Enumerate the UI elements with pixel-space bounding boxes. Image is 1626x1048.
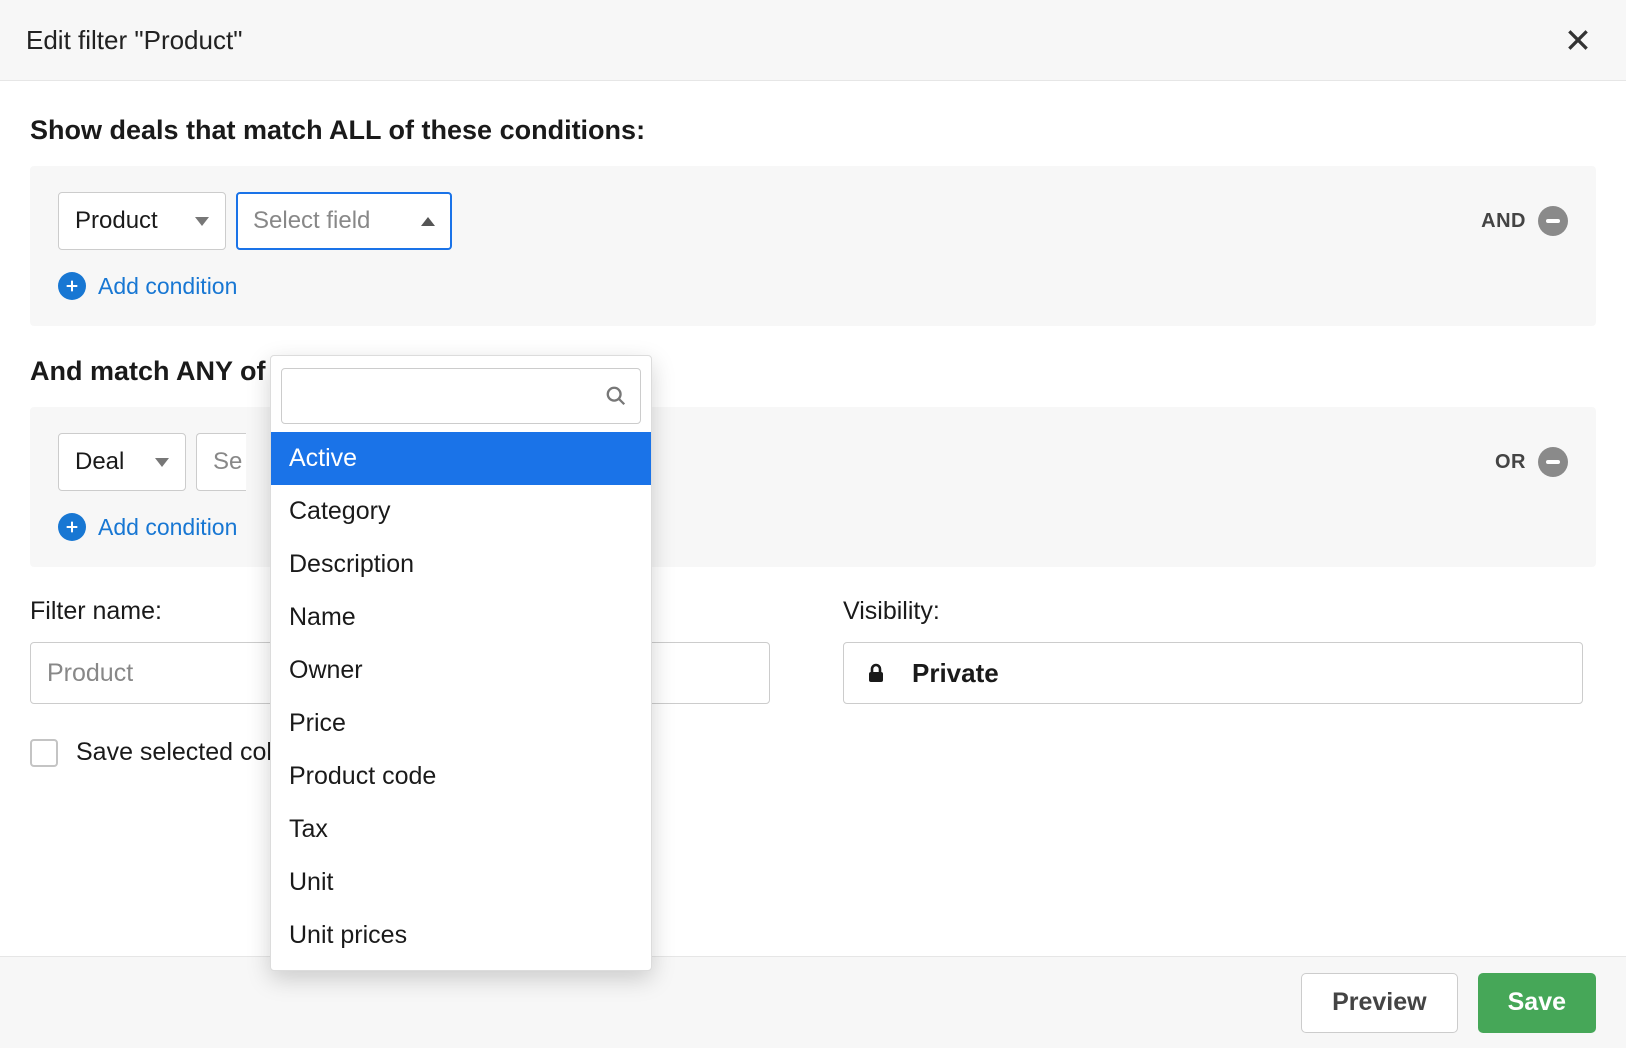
dropdown-option-product-code[interactable]: Product code <box>271 750 651 803</box>
save-columns-checkbox[interactable] <box>30 739 58 767</box>
dropdown-option-tax[interactable]: Tax <box>271 803 651 856</box>
remove-condition-button[interactable] <box>1538 206 1568 236</box>
visibility-label: Visibility: <box>843 597 1596 626</box>
dialog-header: Edit filter "Product" <box>0 0 1626 81</box>
search-icon <box>605 385 627 407</box>
field-dropdown-panel: Active Category Description Name Owner P… <box>270 355 652 971</box>
dropdown-option-active[interactable]: Active <box>271 432 651 485</box>
dropdown-option-owner[interactable]: Owner <box>271 644 651 697</box>
dropdown-list: Active Category Description Name Owner P… <box>271 432 651 970</box>
all-conditions-heading: Show deals that match ALL of these condi… <box>30 115 1596 146</box>
any-conditions-block: Deal Se OR Add condition <box>30 407 1596 567</box>
condition-operator-group: OR <box>1495 447 1568 477</box>
operator-label: OR <box>1495 451 1526 474</box>
remove-condition-button[interactable] <box>1538 447 1568 477</box>
dialog-footer: Preview Save <box>0 956 1626 1048</box>
dialog-content: Show deals that match ALL of these condi… <box>0 81 1626 956</box>
preview-button[interactable]: Preview <box>1301 973 1458 1033</box>
all-conditions-block: Product Select field AND Add condition <box>30 166 1596 326</box>
operator-label: AND <box>1481 210 1526 233</box>
visibility-column: Visibility: Private <box>843 597 1596 704</box>
dropdown-option-unit[interactable]: Unit <box>271 856 651 909</box>
any-conditions-heading: And match ANY of these conditions: <box>30 356 1596 387</box>
dialog-title: Edit filter "Product" <box>26 25 242 56</box>
add-condition-label: Add condition <box>98 273 237 300</box>
lock-icon <box>864 661 888 685</box>
chevron-down-icon <box>195 217 209 226</box>
dropdown-option-price[interactable]: Price <box>271 697 651 750</box>
field-select-fragment-text: Se <box>213 448 242 476</box>
entity-select-value: Product <box>75 207 158 235</box>
preview-button-label: Preview <box>1332 988 1427 1017</box>
form-row: Filter name: Product Visibility: Private <box>30 597 1596 704</box>
condition-operator-group: AND <box>1481 206 1568 236</box>
dropdown-search-wrapper <box>281 368 641 424</box>
dropdown-option-category[interactable]: Category <box>271 485 651 538</box>
plus-icon <box>58 513 86 541</box>
chevron-down-icon <box>155 458 169 467</box>
visibility-value: Private <box>912 658 999 689</box>
dropdown-search-input[interactable] <box>281 368 641 424</box>
field-select-fragment[interactable]: Se <box>196 433 246 491</box>
chevron-up-icon <box>421 217 435 226</box>
field-select[interactable]: Select field <box>236 192 452 250</box>
add-condition-label: Add condition <box>98 514 237 541</box>
save-button-label: Save <box>1508 988 1566 1017</box>
dropdown-option-unit-prices[interactable]: Unit prices <box>271 909 651 962</box>
plus-icon <box>58 272 86 300</box>
close-button[interactable] <box>1560 22 1596 58</box>
dropdown-option-description[interactable]: Description <box>271 538 651 591</box>
visibility-select[interactable]: Private <box>843 642 1583 704</box>
add-condition-button[interactable]: Add condition <box>58 272 1568 300</box>
save-button[interactable]: Save <box>1478 973 1596 1033</box>
entity-select[interactable]: Deal <box>58 433 186 491</box>
dropdown-option-name[interactable]: Name <box>271 591 651 644</box>
save-columns-row: Save selected columns with the filter <box>30 738 1596 767</box>
entity-select-value: Deal <box>75 448 124 476</box>
field-select-placeholder: Select field <box>253 207 370 235</box>
close-icon <box>1565 27 1591 53</box>
entity-select[interactable]: Product <box>58 192 226 250</box>
condition-row: Product Select field AND <box>58 192 1568 250</box>
filter-name-value: Product <box>47 659 133 688</box>
